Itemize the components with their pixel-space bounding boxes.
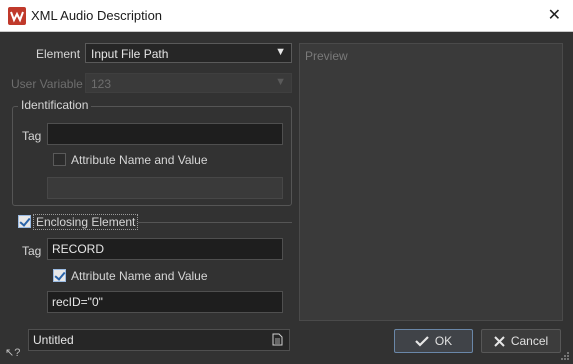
element-select[interactable]: Input File Path ▼ xyxy=(85,43,292,63)
enclosing-attribute-checkbox[interactable] xyxy=(53,269,66,282)
enclosing-tag-input[interactable]: RECORD xyxy=(47,238,283,260)
preset-name: Untitled xyxy=(33,333,74,347)
ok-label: OK xyxy=(434,334,453,348)
identification-title: Identification xyxy=(18,98,92,112)
dialog-content: Element Input File Path ▼ User Variable … xyxy=(0,32,573,364)
preview-pane: Preview xyxy=(299,43,563,321)
enclosing-element-checkbox[interactable] xyxy=(18,215,31,228)
enclosing-divider xyxy=(138,222,292,223)
user-variable-label: User Variable xyxy=(11,77,83,91)
element-select-value: Input File Path xyxy=(91,47,169,61)
preset-field[interactable]: Untitled xyxy=(28,329,290,351)
resize-grip-icon[interactable] xyxy=(560,351,570,361)
close-icon[interactable]: ✕ xyxy=(548,5,561,25)
identification-attribute-input[interactable] xyxy=(47,177,283,199)
title-bar: XML Audio Description ✕ xyxy=(0,0,573,32)
wavelab-logo-icon xyxy=(8,7,26,25)
x-icon xyxy=(494,335,505,347)
element-label: Element xyxy=(36,47,81,61)
enclosing-attribute-input[interactable]: recID="0" xyxy=(47,291,283,313)
preview-label: Preview xyxy=(305,49,348,63)
enclosing-element-label: Enclosing Element xyxy=(32,214,139,230)
document-icon[interactable] xyxy=(272,333,283,346)
user-variable-value: 123 xyxy=(91,77,112,91)
identification-tag-input[interactable] xyxy=(47,123,283,145)
identification-attribute-label: Attribute Name and Value xyxy=(71,153,208,167)
checkmark-icon xyxy=(415,336,429,347)
cancel-label: Cancel xyxy=(510,334,549,348)
window-title: XML Audio Description xyxy=(31,8,163,23)
help-icon[interactable]: ↖? xyxy=(5,346,20,359)
user-variable-select[interactable]: 123 ▼ xyxy=(85,73,292,93)
enclosing-attribute-label: Attribute Name and Value xyxy=(71,269,208,283)
chevron-down-icon: ▼ xyxy=(275,46,286,58)
ok-button[interactable]: OK xyxy=(394,329,473,353)
identification-attribute-checkbox[interactable] xyxy=(53,153,66,166)
chevron-down-icon: ▼ xyxy=(275,76,286,88)
identification-tag-label: Tag xyxy=(22,129,42,143)
cancel-button[interactable]: Cancel xyxy=(481,329,561,353)
enclosing-tag-label: Tag xyxy=(22,244,42,258)
